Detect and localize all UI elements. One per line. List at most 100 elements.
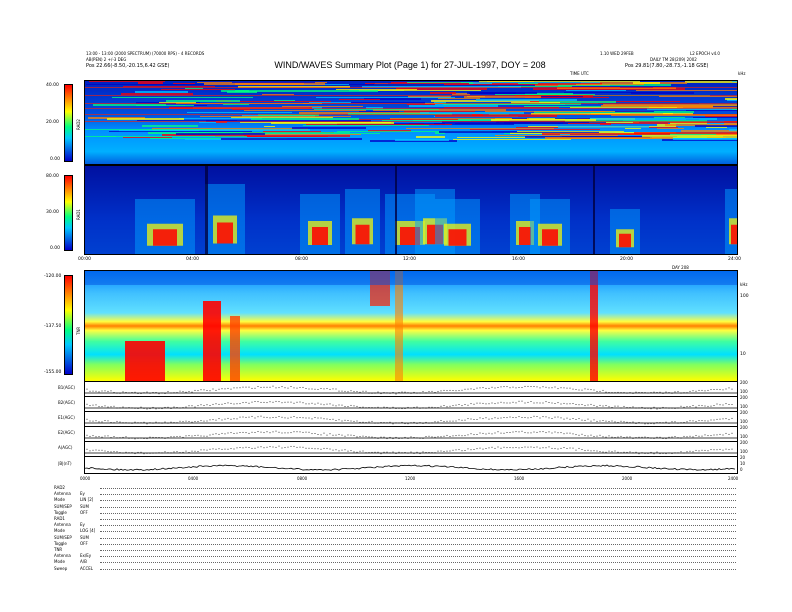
setting-dotted-line xyxy=(100,488,736,489)
setting-value: Ey xyxy=(80,491,85,497)
header-left-line2: AB(PEN) 2 +/-3 DEG xyxy=(86,57,127,62)
setting-name: Mode xyxy=(54,497,65,503)
agc-label-e1: E1(AGC) xyxy=(58,415,75,420)
bmag-tick-0: 0 xyxy=(740,467,743,472)
agc-e1-tick-200: 200 xyxy=(740,410,748,415)
setting-name: Antenna xyxy=(54,522,71,528)
rad2-time-label: TIME UTC xyxy=(570,71,589,76)
setting-name: Sweep xyxy=(54,565,68,571)
header-left-line3: Pos 22.66(-8.50,-20.15,6.42 GSE) xyxy=(86,63,170,69)
rad2-colorbar xyxy=(64,84,73,162)
agc-panel-a xyxy=(84,441,738,457)
agc-e2-tick-200: 200 xyxy=(740,425,748,430)
agc-panel-e1 xyxy=(84,411,738,427)
plot-title: WIND/WAVES Summary Plot (Page 1) for 27-… xyxy=(274,60,546,70)
setting-dotted-line xyxy=(100,525,736,527)
rad1-colorbar-label: RAD1 xyxy=(76,209,81,220)
tnr-tick-top: -120.00 xyxy=(44,274,62,279)
setting-name: Mode xyxy=(54,559,65,565)
time-tick-2-3: 1200 xyxy=(405,476,416,481)
agc-panel-b2 xyxy=(84,396,738,412)
setting-name: SUM/SEP xyxy=(54,503,72,509)
rad1-tick-top: 80.00 xyxy=(46,174,59,179)
setting-dotted-line xyxy=(100,506,736,508)
time-tick-1-3: 12:00 xyxy=(403,257,416,262)
setting-dotted-line xyxy=(100,512,736,514)
agc-label-e2: E2(AGC) xyxy=(58,430,75,435)
agc-panel-b1 xyxy=(84,381,738,397)
tnr-right-tick-100: 100 xyxy=(740,294,749,299)
setting-name: SUM/SEP xyxy=(54,534,72,540)
agc-b1-tick-100: 100 xyxy=(740,389,748,394)
tnr-right-unit: kHz xyxy=(740,282,748,287)
agc-panel-e2 xyxy=(84,426,738,442)
bmag-tick-20: 20 xyxy=(740,455,746,460)
rad1-spectrogram xyxy=(84,165,738,255)
setting-name: TNR xyxy=(54,547,63,552)
setting-value: SUM xyxy=(80,503,89,509)
tnr-spectrogram xyxy=(84,270,738,382)
agc-a-tick-100: 100 xyxy=(740,449,748,454)
agc-b2-tick-100: 100 xyxy=(740,404,748,409)
header-right-line4: Pos 29.81(7.80,-28.73,-1.18 GSE) xyxy=(625,63,709,69)
setting-name: Toggle xyxy=(54,540,67,546)
setting-value: Ex/Ey xyxy=(80,553,92,559)
time-tick-2-1: 0400 xyxy=(188,476,199,481)
header-right-line2: L2 EPOCH v4.0 xyxy=(690,51,720,56)
agc-b2-tick-200: 200 xyxy=(740,395,748,400)
setting-dotted-line xyxy=(100,494,736,496)
setting-dotted-line xyxy=(100,562,736,564)
setting-value: OFF xyxy=(80,540,88,546)
setting-value: LIN [2] xyxy=(80,497,94,503)
setting-name: RAD2 xyxy=(54,485,65,490)
setting-value: A/B xyxy=(80,559,87,565)
setting-dotted-line xyxy=(100,543,736,545)
agc-panel-bmag xyxy=(84,456,738,474)
header-right-line3: DAILY TM 28(209) 2002 xyxy=(650,57,697,62)
tnr-tick-bottom: -155.00 xyxy=(44,370,62,375)
rad1-colorbar xyxy=(64,175,73,251)
time-tick-2-2: 0800 xyxy=(297,476,308,481)
bmag-tick-10: 10 xyxy=(740,461,746,466)
agc-e2-tick-100: 100 xyxy=(740,434,748,439)
time-tick-2-0: 0000 xyxy=(80,476,91,481)
setting-dotted-line xyxy=(100,519,736,520)
setting-name: Mode xyxy=(54,528,65,534)
time-tick-1-6: 24:00 xyxy=(728,257,741,262)
rad2-unit-label: kHz xyxy=(738,71,746,76)
setting-value: ACCEL xyxy=(80,565,94,571)
setting-value: OFF xyxy=(80,509,88,515)
header-right-line1: 1.10 WED 29FEB xyxy=(600,51,634,56)
setting-dotted-line xyxy=(100,556,736,558)
rad1-tick-mid: 30.00 xyxy=(46,210,59,215)
time-tick-2-4: 1600 xyxy=(514,476,525,481)
setting-value: Ey xyxy=(80,522,85,528)
rad2-colorbar-label: RAD2 xyxy=(76,119,81,130)
time-tick-1-5: 20:00 xyxy=(620,257,633,262)
setting-name: Antenna xyxy=(54,491,71,497)
tnr-colorbar-label: TNR xyxy=(76,326,81,335)
rad2-tick-bottom: 0.00 xyxy=(50,157,61,162)
setting-value: LOG [4] xyxy=(80,528,96,534)
agc-label-b2: B2(AGC) xyxy=(58,400,75,405)
time-tick-1-0: 00:00 xyxy=(78,257,91,262)
time-tick-2-6: 2400 xyxy=(728,476,739,481)
rad2-tick-mid: 20.00 xyxy=(46,120,59,125)
time-tick-1-2: 08:00 xyxy=(295,257,308,262)
agc-label-b1: B1(AGC) xyxy=(58,385,75,390)
agc-e1-tick-100: 100 xyxy=(740,419,748,424)
setting-dotted-line xyxy=(100,531,736,533)
agc-b1-tick-200: 200 xyxy=(740,380,748,385)
tnr-colorbar xyxy=(64,275,73,375)
rad2-tick-top: 40.00 xyxy=(46,83,59,88)
tnr-right-tick-10: 10 xyxy=(740,352,746,357)
time-tick-1-1: 04:00 xyxy=(186,257,199,262)
setting-name: Antenna xyxy=(54,553,71,559)
time-tick-2-5: 2000 xyxy=(622,476,633,481)
setting-name: Toggle xyxy=(54,509,67,515)
setting-name: RAD1 xyxy=(54,516,65,521)
rad1-tick-bottom: 0.00 xyxy=(50,246,61,251)
agc-a-tick-200: 200 xyxy=(740,440,748,445)
agc-label-bmag: |B|(nT) xyxy=(58,461,72,466)
setting-value: SUM xyxy=(80,534,89,540)
